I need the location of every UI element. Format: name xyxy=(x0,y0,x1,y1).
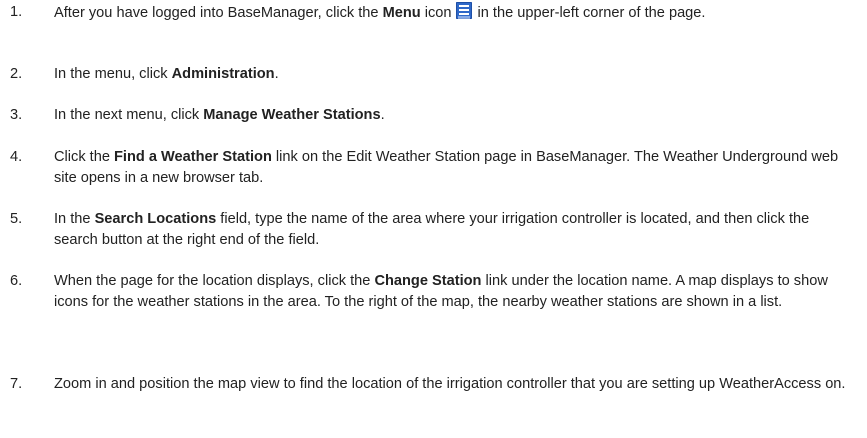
step-number: 1. xyxy=(10,4,23,20)
menu-icon xyxy=(455,2,472,19)
step-2: 2. In the menu, click Administration. xyxy=(0,64,867,85)
search-locations-term: Search Locations xyxy=(94,211,217,227)
step-number: 2. xyxy=(10,66,23,82)
step-number: 7. xyxy=(10,376,23,392)
administration-term: Administration xyxy=(171,66,275,82)
step-number: 4. xyxy=(10,149,23,165)
step-number: 5. xyxy=(10,211,23,227)
step-number: 3. xyxy=(10,107,23,123)
step-text: When the page for the location displays,… xyxy=(54,273,828,310)
step-text: In the Search Locations field, type the … xyxy=(54,211,810,248)
find-weather-station-term: Find a Weather Station xyxy=(114,149,272,165)
step-text: In the next menu, click Manage Weather S… xyxy=(54,107,385,123)
step-5: 5. In the Search Locations field, type t… xyxy=(0,209,867,251)
step-number: 6. xyxy=(10,273,23,289)
step-1: 1. After you have logged into BaseManage… xyxy=(0,2,867,24)
step-4: 4. Click the Find a Weather Station link… xyxy=(0,147,867,189)
step-text: Zoom in and position the map view to fin… xyxy=(54,376,846,392)
step-7: 7. Zoom in and position the map view to … xyxy=(0,374,867,395)
change-station-term: Change Station xyxy=(374,273,482,289)
manage-weather-stations-term: Manage Weather Stations xyxy=(203,107,381,123)
step-text: After you have logged into BaseManager, … xyxy=(54,2,867,24)
step-text: Click the Find a Weather Station link on… xyxy=(54,149,839,186)
step-6: 6. When the page for the location displa… xyxy=(0,271,867,313)
menu-term: Menu xyxy=(382,5,421,21)
step-3: 3. In the next menu, click Manage Weathe… xyxy=(0,105,867,126)
step-text: In the menu, click Administration. xyxy=(54,66,279,82)
